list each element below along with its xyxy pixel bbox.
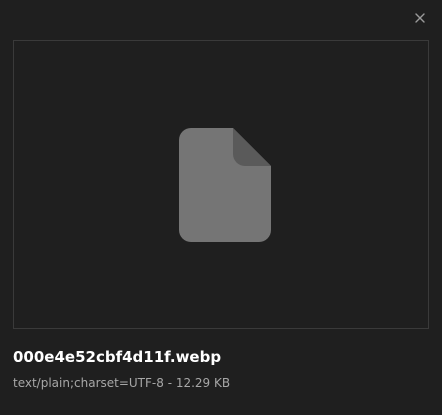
close-icon[interactable] — [414, 9, 426, 28]
file-preview-dialog: 000e4e52cbf4d11f.webp text/plain;charset… — [0, 0, 442, 415]
file-name: 000e4e52cbf4d11f.webp — [13, 348, 222, 366]
file-meta: text/plain;charset=UTF-8 - 12.29 KB — [13, 376, 231, 390]
file-preview-area — [13, 40, 429, 329]
file-document-icon — [179, 128, 271, 242]
close-button[interactable] — [410, 8, 430, 28]
